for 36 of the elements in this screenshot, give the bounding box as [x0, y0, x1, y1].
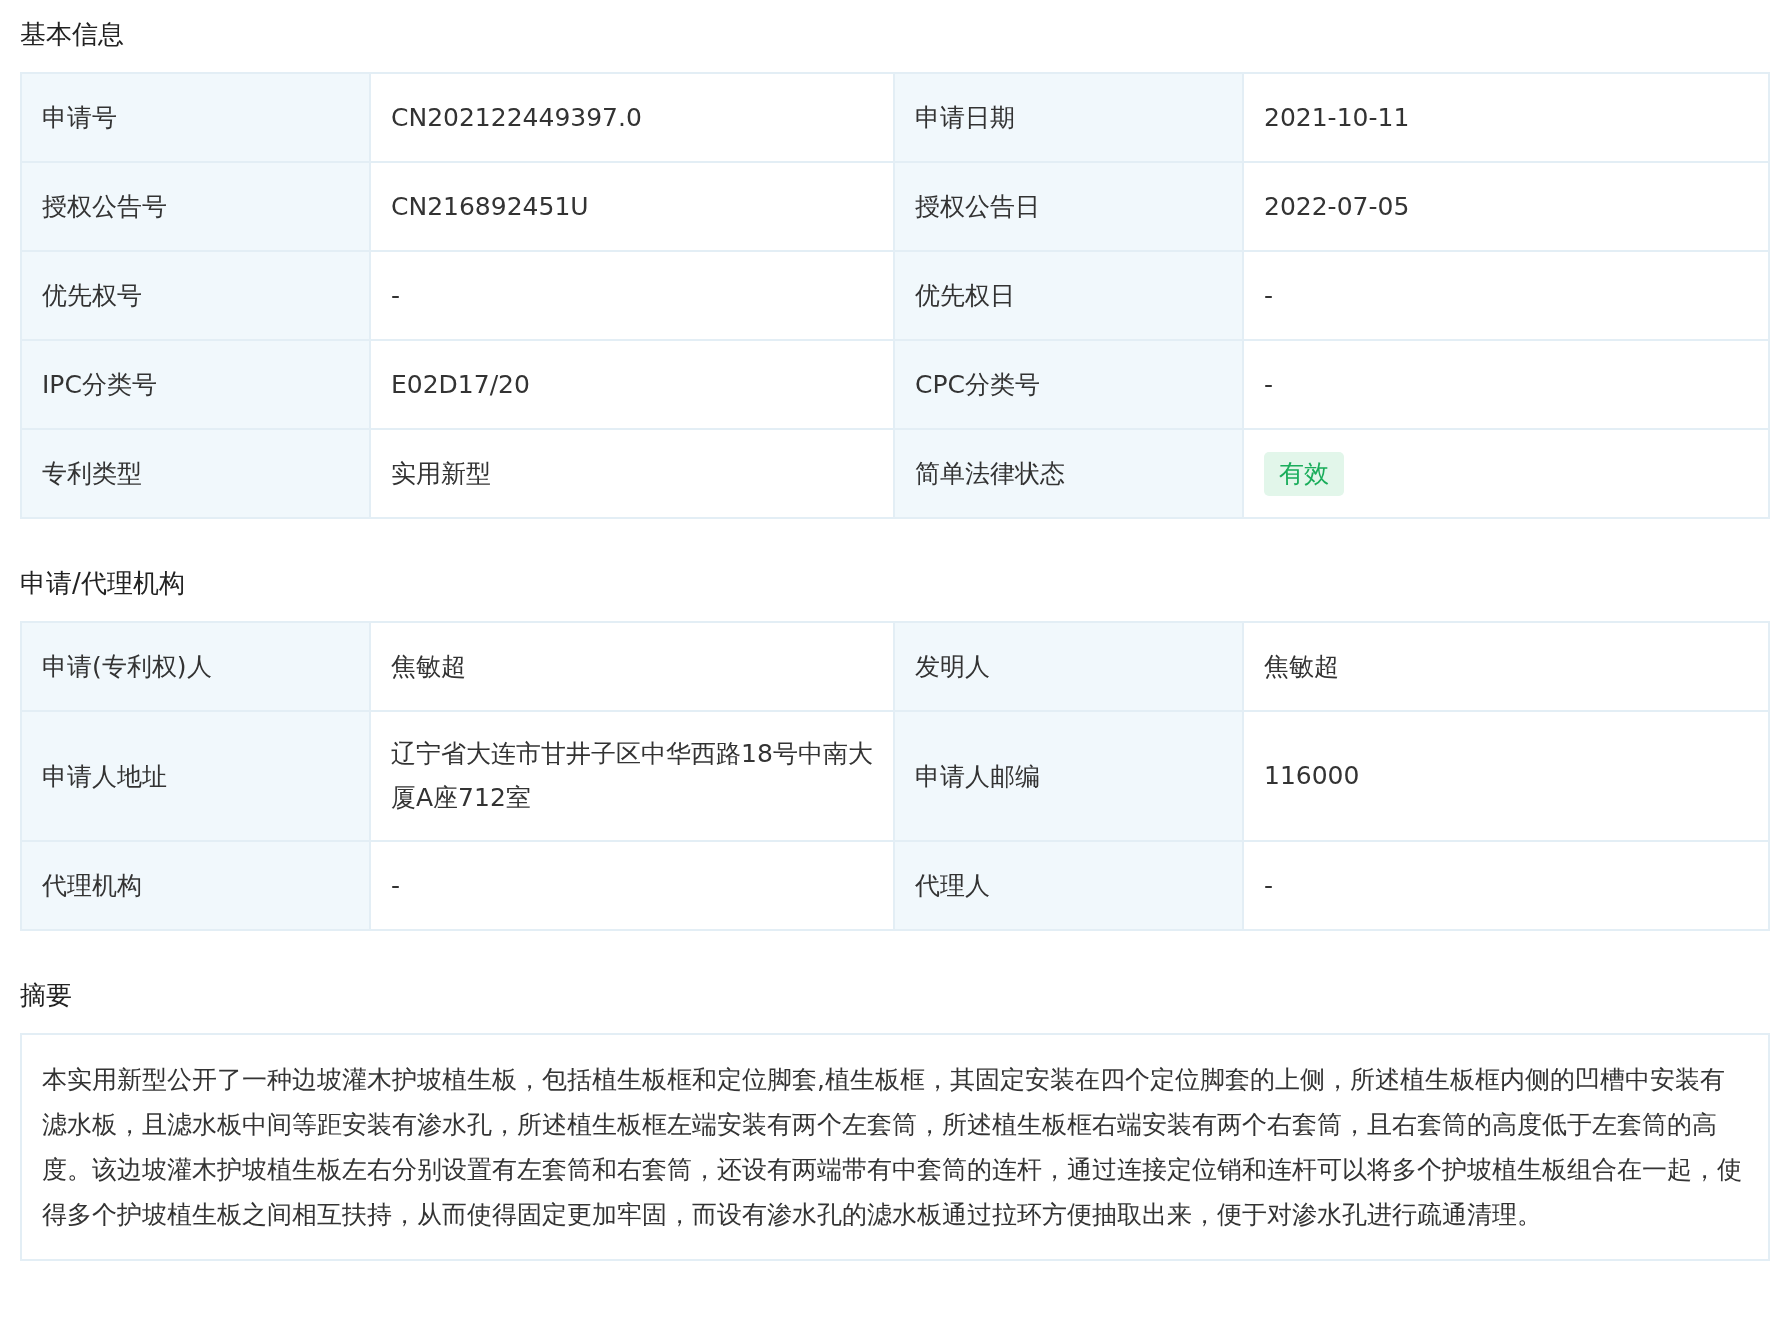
- field-label: 优先权日: [895, 252, 1244, 339]
- field-value: CN216892451U: [391, 190, 589, 223]
- field-label: 发明人: [895, 623, 1244, 710]
- section-title: 申请/代理机构: [20, 567, 186, 600]
- field-label: 授权公告号: [22, 163, 371, 250]
- section-title: 基本信息: [20, 18, 125, 51]
- field-value: -: [1264, 279, 1274, 312]
- field-label: 简单法律状态: [895, 430, 1244, 517]
- field-value: 焦敏超: [391, 650, 466, 683]
- field-label: IPC分类号: [22, 341, 371, 428]
- field-label: 代理人: [895, 842, 1244, 929]
- field-value: 116000: [1264, 760, 1360, 792]
- field-value: 辽宁省大连市甘井子区中华西路18号中南大厦A座712室: [391, 738, 873, 814]
- field-label: 申请(专利权)人: [22, 623, 371, 710]
- field-value: 2021-10-11: [1264, 101, 1410, 134]
- field-value: -: [1264, 869, 1274, 902]
- field-label: 申请人邮编: [895, 712, 1244, 840]
- field-label: 专利类型: [22, 430, 371, 517]
- field-value: CN202122449397.0: [391, 101, 642, 134]
- field-value: -: [391, 869, 401, 902]
- field-value: -: [391, 279, 401, 312]
- field-label: 申请号: [22, 74, 371, 161]
- field-value: 实用新型: [391, 457, 491, 490]
- field-label: CPC分类号: [895, 341, 1244, 428]
- section-title: 摘要: [20, 979, 73, 1012]
- field-value: 焦敏超: [1264, 650, 1339, 683]
- field-label: 代理机构: [22, 842, 371, 929]
- field-value: -: [1264, 368, 1274, 401]
- field-label: 授权公告日: [895, 163, 1244, 250]
- status-tag: 有效: [1264, 451, 1344, 496]
- field-value: 2022-07-05: [1264, 190, 1410, 223]
- abstract-text: 本实用新型公开了一种边坡灌木护坡植生板，包括植生板框和定位脚套,植生板框，其固定安装在四个定位脚套的上侧，所述植生板框内侧的凹槽中安装有滤水板，且滤水板中间等距安装有渗水孔，所述植生板框左端安装有两个左套筒，所述植生板框右端安装有两个右套筒，且右套筒的高度低于左套筒的高度。该边坡灌木护坡植生板左右分别设置有左套筒和右套筒，还设有两端带有中套筒的连杆，通过连接定位销和连杆可以将多个护坡植生板组合在一起，使得多个护坡植生板之间相互扶持，从而使得固定更加牢固，而设有渗水孔的滤水板通过拉环方便抽取出来，便于对渗水孔进行疏通清理。: [42, 1064, 1743, 1231]
- field-label: 申请日期: [895, 74, 1244, 161]
- field-label: 申请人地址: [22, 712, 371, 840]
- field-label: 优先权号: [22, 252, 371, 339]
- field-value: E02D17/20: [391, 368, 530, 401]
